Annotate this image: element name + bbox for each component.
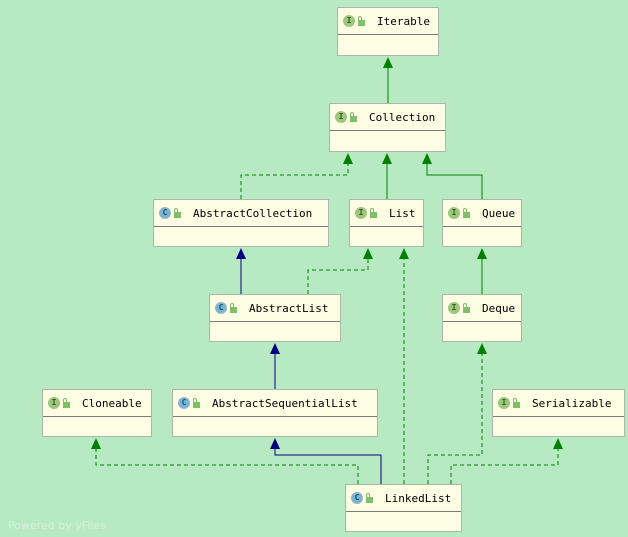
node-name: AbstractSequentialList [212,396,358,410]
node-deque[interactable]: I Deque [442,294,522,342]
public-lock-icon [370,208,377,218]
public-lock-icon [174,208,181,218]
node-name: AbstractCollection [193,206,313,220]
node-header: I Iterable [338,8,438,35]
node-header: I List [350,200,423,227]
interface-icon: I [335,111,347,123]
node-header: C LinkedList [346,485,461,512]
node-header: C AbstractSequentialList [173,390,377,417]
node-header: I Cloneable [43,390,151,417]
public-lock-icon [513,398,520,408]
arrowhead-icon [553,438,563,449]
arrowhead-icon [422,153,432,164]
edge-linkedlist-to-list [399,248,409,484]
arrowhead-icon [477,248,487,259]
public-lock-icon [463,303,470,313]
arrowhead-icon [363,248,373,259]
node-iterable[interactable]: I Iterable [337,7,439,56]
public-lock-icon [463,208,470,218]
edge-list-to-collection [382,153,392,199]
node-name: Cloneable [82,396,142,410]
arrowhead-icon [477,343,487,354]
node-serializable[interactable]: I Serializable [492,389,625,437]
edge-linkedlist-to-serializable [450,438,563,484]
public-lock-icon [193,398,200,408]
node-name: List [389,206,416,220]
node-header: I Deque [443,295,521,322]
arrowhead-icon [399,248,409,259]
class-icon: C [159,207,171,219]
node-name: Iterable [377,14,430,28]
edge-linkedlist-to-deque [427,343,487,484]
arrowhead-icon [343,153,353,164]
edge-deque-to-queue [477,248,487,294]
interface-icon: I [343,15,355,27]
arrowhead-icon [382,153,392,164]
node-abstractlist[interactable]: C AbstractList [209,294,341,342]
public-lock-icon [63,398,70,408]
node-name: Serializable [532,396,612,410]
interface-icon: I [448,207,460,219]
class-icon: C [178,397,190,409]
interface-icon: I [448,302,460,314]
node-queue[interactable]: I Queue [442,199,522,247]
node-linkedlist[interactable]: C LinkedList [345,484,462,532]
node-header: C AbstractCollection [154,200,328,227]
arrowhead-icon [236,248,246,259]
class-icon: C [351,492,363,504]
arrowhead-icon [270,438,280,449]
node-abstractcollection[interactable]: C AbstractCollection [153,199,329,247]
interface-icon: I [48,397,60,409]
edges-layer [91,57,563,484]
node-cloneable[interactable]: I Cloneable [42,389,152,437]
node-name: AbstractList [249,301,329,315]
arrowhead-icon [91,438,101,449]
interface-icon: I [355,207,367,219]
edge-linkedlist-to-abstractsequentiallist [270,438,382,484]
node-collection[interactable]: I Collection [329,103,446,152]
arrowhead-icon [383,57,393,68]
node-abstractsequentiallist[interactable]: C AbstractSequentialList [172,389,378,437]
edge-abstractlist-to-list [307,248,373,294]
edge-queue-to-collection [422,153,483,199]
node-name: LinkedList [385,491,452,505]
edge-line [95,448,359,484]
public-lock-icon [366,493,373,503]
edge-line [450,448,559,484]
node-header: I Serializable [493,390,624,417]
public-lock-icon [358,16,365,26]
node-name: Collection [369,110,436,124]
public-lock-icon [230,303,237,313]
class-icon: C [215,302,227,314]
arrowhead-icon [270,343,280,354]
edge-abstractlist-to-abstractcollection [236,248,246,294]
edge-line [274,448,382,484]
node-header: C AbstractList [210,295,340,322]
node-name: Deque [482,301,516,315]
edge-line [427,353,483,484]
edge-abstractcollection-to-collection [240,153,353,199]
edge-line [240,163,349,199]
edge-line [307,258,369,294]
edge-line [426,163,483,199]
node-name: Queue [482,206,516,220]
edge-linkedlist-to-cloneable [91,438,359,484]
public-lock-icon [350,112,357,122]
node-header: I Collection [330,104,445,131]
interface-icon: I [498,397,510,409]
edge-abstractsequentiallist-to-abstractlist [270,343,280,389]
node-list[interactable]: I List [349,199,424,247]
watermark: Powered by yFiles [8,519,106,532]
node-header: I Queue [443,200,521,227]
edge-collection-to-iterable [383,57,393,103]
